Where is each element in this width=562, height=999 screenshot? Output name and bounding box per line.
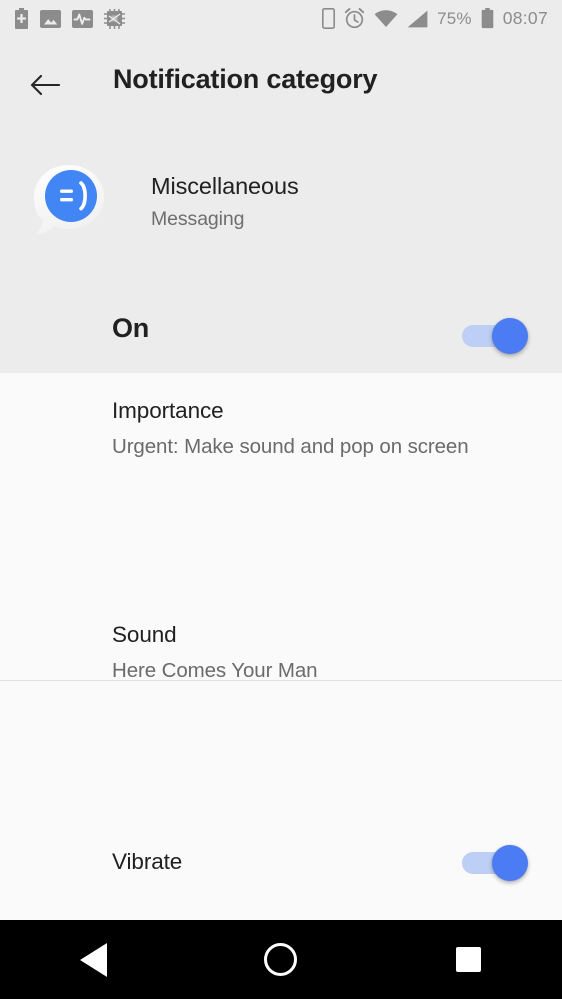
page-title: Notification category [113, 64, 378, 94]
back-arrow-icon[interactable] [22, 62, 68, 108]
setting-row-sound[interactable]: Sound Here Comes Your Man [0, 597, 562, 709]
battery-plus-icon [14, 8, 29, 29]
setting-title: Importance [112, 398, 224, 423]
cellular-signal-icon [407, 10, 428, 28]
status-bar: 75% 08:07 [0, 0, 562, 37]
activity-pulse-icon [72, 9, 93, 28]
status-bar-left-icons [14, 8, 125, 29]
master-toggle-switch[interactable] [462, 315, 534, 357]
switch-thumb [492, 845, 528, 881]
setting-title: Vibrate [112, 849, 183, 874]
master-toggle-label: On [112, 313, 150, 343]
setting-subtitle: Urgent: Make sound and pop on screen [112, 435, 469, 458]
settings-list: Importance Urgent: Make sound and pop on… [0, 373, 562, 999]
messaging-app-icon [26, 160, 112, 246]
app-header-row: Miscellaneous Messaging [0, 157, 562, 257]
vibrate-switch[interactable] [462, 842, 534, 884]
setting-title: Sound [112, 622, 177, 647]
alarm-clock-icon [344, 8, 365, 29]
setting-row-vibrate[interactable]: Vibrate [0, 821, 562, 904]
setting-row-importance[interactable]: Importance Urgent: Make sound and pop on… [0, 373, 562, 485]
nav-home-button[interactable] [235, 920, 327, 999]
status-bar-right-icons: 75% 08:07 [322, 8, 548, 29]
header-zone: Notification category Miscellaneous Mess… [0, 37, 562, 373]
home-circle-icon [264, 943, 298, 976]
nav-recents-button[interactable] [422, 920, 514, 999]
section-divider [0, 680, 562, 681]
battery-full-icon [481, 8, 494, 29]
navigation-bar [0, 920, 562, 999]
cpu-chip-icon [104, 8, 125, 29]
switch-thumb [492, 318, 528, 354]
photo-icon [40, 9, 61, 28]
recents-square-icon [455, 947, 481, 972]
back-triangle-icon [80, 942, 108, 977]
battery-percent-label: 75% [437, 8, 472, 28]
phone-screen: 75% 08:07 Notification category Miscella… [0, 0, 562, 999]
nav-back-button[interactable] [48, 920, 140, 999]
master-toggle-row[interactable]: On [0, 299, 562, 373]
channel-name: Miscellaneous [151, 173, 299, 199]
phone-icon [322, 8, 336, 29]
wifi-icon [374, 9, 398, 28]
status-bar-clock: 08:07 [502, 8, 548, 28]
app-bar: Notification category [0, 37, 562, 130]
app-name-label: Messaging [151, 208, 245, 230]
